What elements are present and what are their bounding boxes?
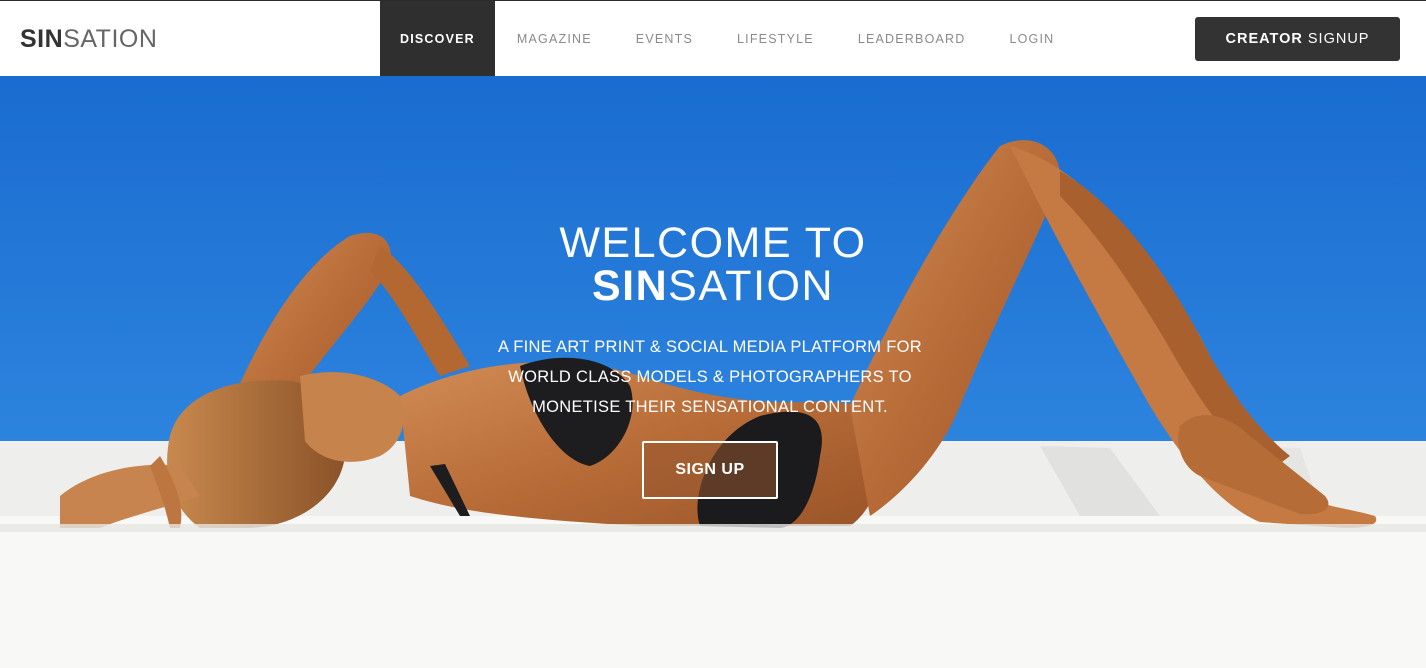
hero-title-line1: WELCOME TO: [559, 219, 867, 267]
hero-subtitle: A FINE ART PRINT & SOCIAL MEDIA PLATFORM…: [473, 332, 947, 422]
creator-signup-button[interactable]: CREATOR SIGNUP: [1195, 17, 1400, 61]
hero-title-line2: SINSATION: [0, 265, 1426, 308]
nav-item-login[interactable]: LOGIN: [987, 1, 1076, 76]
hero-title-light: SATION: [668, 262, 835, 310]
hero-section: WELCOME TO SINSATION A FINE ART PRINT & …: [0, 76, 1426, 668]
site-logo[interactable]: SINSATION: [20, 25, 157, 53]
main-nav: DISCOVER MAGAZINE EVENTS LIFESTYLE LEADE…: [380, 1, 1076, 76]
creator-signup-light: SIGNUP: [1307, 31, 1370, 47]
nav-item-discover[interactable]: DISCOVER: [380, 1, 495, 76]
nav-item-leaderboard[interactable]: LEADERBOARD: [836, 1, 988, 76]
logo-bold-text: SIN: [20, 25, 64, 53]
logo-light-text: SATION: [63, 25, 158, 53]
site-header: SINSATION DISCOVER MAGAZINE EVENTS LIFES…: [0, 0, 1426, 76]
hero-subtitle-line3: MONETISE THEIR SENSATIONAL CONTENT.: [532, 398, 888, 416]
hero-signup-button[interactable]: SIGN UP: [642, 441, 778, 499]
nav-item-magazine[interactable]: MAGAZINE: [495, 1, 614, 76]
hero-title: WELCOME TO SINSATION: [0, 222, 1426, 308]
hero-subtitle-line2: WORLD CLASS MODELS & PHOTOGRAPHERS TO: [508, 368, 912, 386]
creator-signup-bold: CREATOR: [1225, 31, 1303, 47]
nav-item-events[interactable]: EVENTS: [614, 1, 715, 76]
hero-title-bold: SIN: [591, 262, 669, 310]
hero-subtitle-line1: A FINE ART PRINT & SOCIAL MEDIA PLATFORM…: [498, 338, 922, 356]
nav-item-lifestyle[interactable]: LIFESTYLE: [715, 1, 836, 76]
